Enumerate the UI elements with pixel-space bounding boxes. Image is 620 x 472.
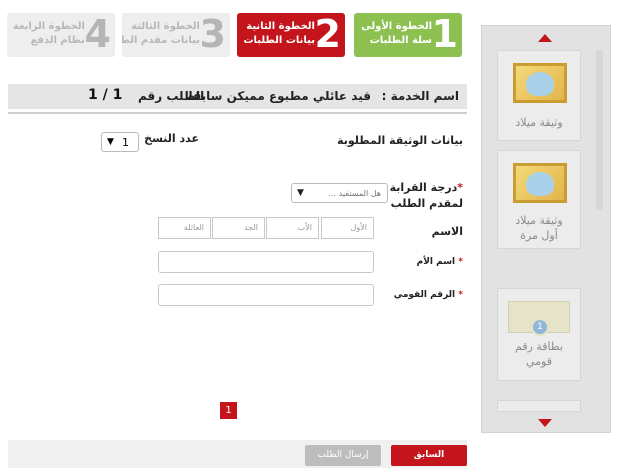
first-name-input[interactable]: الأول bbox=[321, 217, 374, 239]
father-name-input[interactable]: الأب bbox=[266, 217, 319, 239]
copies-value: 1 bbox=[122, 136, 129, 149]
carousel-item-first-birth-certificate[interactable]: وثيقة ميلاد أول مرة bbox=[497, 150, 581, 249]
carousel-item-label: وثيقة ميلاد bbox=[515, 116, 563, 129]
step-4-subtitle: نظام الدفع bbox=[30, 35, 85, 46]
step-1-cart[interactable]: الخطوة الأولى سلة الطلبات 1 bbox=[354, 13, 462, 57]
step-3-subtitle: بيانات مقدم الطلب bbox=[122, 35, 200, 46]
step-3-applicant-data: الخطوة الثالثة بيانات مقدم الطلب 3 bbox=[122, 13, 230, 57]
service-label: اسم الخدمة : bbox=[381, 89, 459, 103]
id-card-image: 1 bbox=[508, 301, 570, 336]
carousel-scrollbar[interactable] bbox=[596, 50, 603, 210]
step-2-request-data[interactable]: الخطوة الثانية بيانات الطلبات 2 bbox=[237, 13, 345, 57]
copies-select[interactable]: 1 ▼ bbox=[101, 132, 139, 152]
step-3-number: 3 bbox=[199, 13, 226, 56]
service-header: اسم الخدمة : قيد عائلي مطبوع مميكن سابقا… bbox=[8, 84, 467, 109]
certificate-image bbox=[513, 163, 567, 203]
id-card-badge: 1 bbox=[531, 318, 549, 336]
request-count: 1 / 1 bbox=[88, 87, 123, 103]
relation-label-line2: لمقدم الطلب bbox=[390, 197, 463, 210]
national-id-input[interactable] bbox=[158, 284, 374, 306]
chevron-down-icon: ▼ bbox=[107, 137, 114, 147]
step-4-number: 4 bbox=[84, 13, 111, 56]
mother-label-text: اسم الأم bbox=[416, 257, 456, 267]
step-4-title: الخطوة الرابعة bbox=[12, 21, 85, 32]
mother-name-label: * اسم الأم bbox=[417, 257, 463, 267]
submit-request-button[interactable]: إرسال الطلب bbox=[305, 445, 381, 466]
required-mark: * bbox=[458, 257, 463, 267]
copies-label: عدد النسخ bbox=[144, 132, 199, 145]
required-mark: * bbox=[458, 290, 463, 300]
step-2-number: 2 bbox=[314, 13, 341, 56]
relation-label: *درجة القرابة bbox=[390, 181, 463, 194]
step-1-subtitle: سلة الطلبات bbox=[369, 35, 432, 46]
relation-select[interactable]: هل المستفيد ... ▼ bbox=[291, 183, 388, 203]
previous-button[interactable]: السابق bbox=[391, 445, 467, 466]
carousel-item-national-id[interactable]: 1 بطاقة رقم قومي bbox=[497, 288, 581, 381]
service-name: قيد عائلي مطبوع مميكن سابقا bbox=[188, 89, 372, 103]
step-3-title: الخطوة الثالثة bbox=[131, 21, 200, 32]
grandfather-name-input[interactable]: الجد bbox=[212, 217, 265, 239]
relation-label-line1: درجة القرابة bbox=[389, 181, 458, 194]
carousel-item-label: وثيقة ميلاد أول مرة bbox=[515, 214, 563, 242]
carousel-item-label: بطاقة رقم قومي bbox=[515, 340, 563, 368]
mother-name-input[interactable] bbox=[158, 251, 374, 273]
father-name-placeholder: الأب bbox=[297, 223, 312, 232]
chevron-down-icon: ▼ bbox=[297, 188, 304, 198]
carousel-item-partial[interactable] bbox=[497, 400, 581, 412]
required-mark: * bbox=[457, 181, 463, 194]
header-divider bbox=[8, 112, 467, 114]
step-2-subtitle: بيانات الطلبات bbox=[243, 35, 315, 46]
family-name-placeholder: العائلة bbox=[183, 223, 204, 232]
step-1-number: 1 bbox=[431, 13, 458, 56]
relation-placeholder: هل المستفيد ... bbox=[328, 189, 382, 198]
name-label: الاسم bbox=[431, 225, 463, 238]
national-id-label-text: الرقم القومي bbox=[393, 290, 456, 300]
request-label: الطلب رقم bbox=[138, 89, 205, 103]
family-name-input[interactable]: العائلة bbox=[158, 217, 211, 239]
page-number-badge[interactable]: 1 bbox=[220, 402, 237, 419]
arrow-down-icon[interactable] bbox=[538, 419, 552, 427]
step-1-title: الخطوة الأولى bbox=[361, 21, 432, 32]
certificate-image bbox=[513, 63, 567, 103]
grandfather-name-placeholder: الجد bbox=[243, 223, 258, 232]
carousel-item-birth-certificate[interactable]: وثيقة ميلاد bbox=[497, 50, 581, 141]
step-2-title: الخطوة الثانية bbox=[246, 21, 315, 32]
national-id-label: * الرقم القومي bbox=[394, 290, 463, 300]
first-name-placeholder: الأول bbox=[350, 223, 367, 232]
step-4-payment: الخطوة الرابعة نظام الدفع 4 bbox=[7, 13, 115, 57]
arrow-up-icon[interactable] bbox=[538, 34, 552, 42]
document-data-label: بيانات الوثيقة المطلوبة bbox=[337, 134, 463, 147]
